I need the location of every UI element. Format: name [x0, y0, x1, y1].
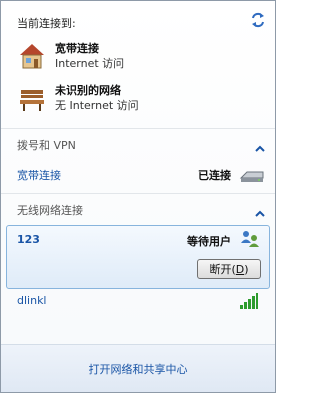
- connection-status: 已连接: [198, 169, 231, 182]
- bench-icon: [17, 83, 47, 113]
- section-label: 无线网络连接: [17, 204, 83, 217]
- wifi-status: 等待用户: [187, 235, 231, 248]
- current-connection-unidentified: 未识别的网络 无 Internet 访问: [17, 83, 257, 119]
- current-connections-title: 当前连接到:: [17, 17, 76, 30]
- section-header-dialup-vpn[interactable]: 拨号和 VPN: [1, 128, 275, 157]
- connection-status: Internet 访问: [55, 57, 125, 70]
- chevron-up-icon[interactable]: [255, 203, 265, 217]
- current-connection-broadband: 宽带连接 Internet 访问: [17, 41, 257, 77]
- signal-strength-icon: [239, 292, 259, 310]
- wifi-ssid: dlinkl: [17, 294, 47, 307]
- disconnect-label: 断开(: [209, 263, 236, 276]
- connection-name: 宽带连接: [55, 42, 99, 55]
- connection-name: 宽带连接: [17, 169, 61, 182]
- wifi-network-item[interactable]: dlinkl: [1, 290, 275, 318]
- modem-icon: [239, 168, 265, 182]
- section-label: 拨号和 VPN: [17, 139, 76, 152]
- dialup-item-broadband[interactable]: 宽带连接 已连接: [1, 159, 275, 189]
- flyout-footer: 打开网络和共享中心: [1, 344, 275, 392]
- users-icon: [239, 229, 261, 249]
- disconnect-access-key: D: [235, 263, 245, 276]
- connection-name: 未识别的网络: [55, 84, 121, 97]
- section-header-wireless[interactable]: 无线网络连接: [1, 193, 275, 222]
- disconnect-button[interactable]: 断开(D): [197, 259, 261, 279]
- network-sharing-center-link[interactable]: 打开网络和共享中心: [1, 361, 275, 377]
- disconnect-suffix: ): [244, 263, 249, 276]
- connection-status: 无 Internet 访问: [55, 99, 139, 112]
- network-flyout: 当前连接到: 宽带连接 Internet 访问 未识别的网络 无 Interne…: [0, 0, 276, 393]
- wifi-ssid: 123: [17, 233, 40, 246]
- house-icon: [17, 41, 47, 71]
- wifi-network-selected[interactable]: 123 等待用户 断开(D): [6, 225, 270, 289]
- refresh-icon[interactable]: [249, 11, 267, 29]
- chevron-up-icon[interactable]: [255, 138, 265, 152]
